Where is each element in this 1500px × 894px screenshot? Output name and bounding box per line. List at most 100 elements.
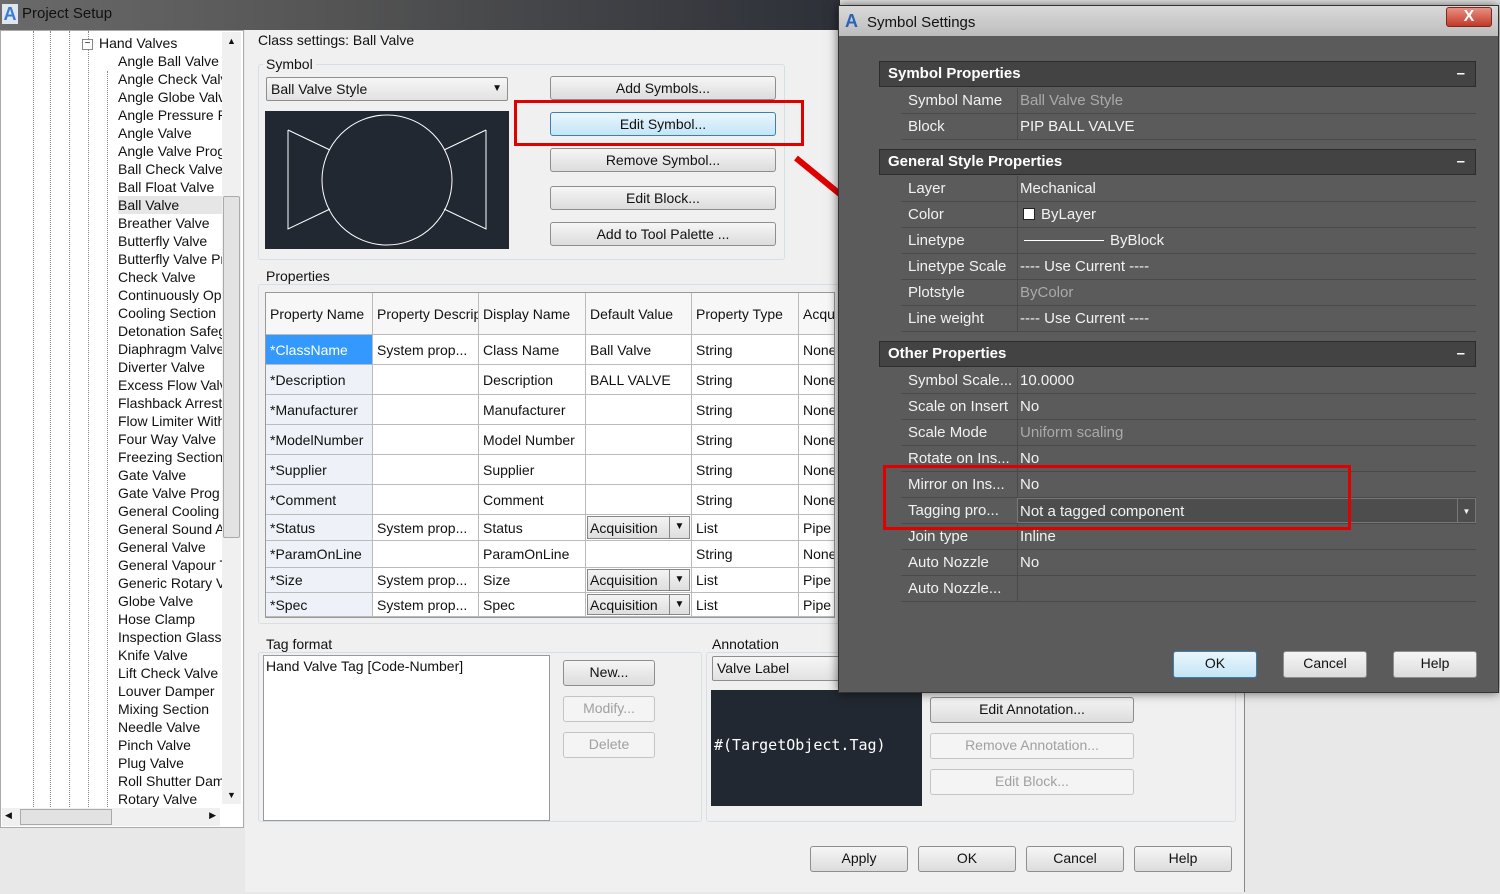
modify-tag-button[interactable]: Modify... <box>563 696 655 722</box>
table-cell[interactable]: *ModelNumber <box>266 425 373 455</box>
tree-item[interactable]: Knife Valve <box>118 646 222 664</box>
property-row[interactable]: Auto Nozzle No <box>901 550 1476 576</box>
property-row[interactable]: Layer Mechanical <box>901 176 1476 202</box>
list-item[interactable]: Hand Valve Tag [Code-Number] <box>264 656 549 676</box>
default-value-select[interactable]: Acquisition ▼ <box>587 569 690 591</box>
property-row[interactable]: Line weight ---- Use Current ---- <box>901 306 1476 332</box>
property-value[interactable]: No <box>1017 550 1476 575</box>
property-value[interactable]: 10.0000 <box>1017 368 1476 393</box>
property-row[interactable]: Plotstyle ByColor <box>901 280 1476 306</box>
tree-item[interactable]: Angle Globe Valve <box>118 88 222 106</box>
dialog-help-button[interactable]: Help <box>1393 651 1477 678</box>
tree-item[interactable]: General Valve <box>118 538 222 556</box>
tree-item[interactable]: Gate Valve <box>118 466 222 484</box>
default-value-select[interactable]: Acquisition ▼ <box>587 516 690 539</box>
properties-table[interactable]: Property NameProperty DescriptionDisplay… <box>265 292 835 618</box>
tree-item[interactable]: Cooling Section <box>118 304 222 322</box>
tree-item[interactable]: Breather Valve <box>118 214 222 232</box>
tree-item[interactable]: Four Way Valve <box>118 430 222 448</box>
tree-item[interactable]: Check Valve <box>118 268 222 286</box>
tree-item[interactable]: General Sound Absorber <box>118 520 222 538</box>
tree-vertical-scrollbar[interactable]: ▲ ▼ <box>222 32 241 804</box>
property-value[interactable]: ByLayer <box>1017 202 1476 227</box>
collapse-icon[interactable]: − <box>82 39 93 50</box>
property-value[interactable]: Uniform scaling <box>1017 420 1476 445</box>
new-tag-button[interactable]: New... <box>563 660 655 686</box>
tag-format-list[interactable]: Hand Valve Tag [Code-Number] <box>263 655 550 821</box>
collapse-icon[interactable]: – <box>1457 62 1465 86</box>
tree-parent[interactable]: Hand Valves <box>99 35 177 51</box>
table-cell[interactable]: *Spec <box>266 593 373 617</box>
property-value[interactable]: No <box>1017 394 1476 419</box>
chevron-down-icon[interactable]: ▼ <box>669 595 689 614</box>
property-value[interactable]: Mechanical <box>1017 176 1476 201</box>
tree-item[interactable]: Ball Float Valve <box>118 178 222 196</box>
collapse-icon[interactable]: – <box>1457 342 1465 366</box>
tree-item[interactable]: Generic Rotary Valve <box>118 574 222 592</box>
tree-item[interactable]: Needle Valve <box>118 718 222 736</box>
property-value[interactable]: ByBlock <box>1017 228 1476 253</box>
property-row[interactable]: Linetype ByBlock <box>901 228 1476 254</box>
edit-symbol-button[interactable]: Edit Symbol... <box>550 112 776 136</box>
table-cell[interactable]: Acquisition ▼ <box>586 593 692 617</box>
table-cell[interactable]: *Supplier <box>266 455 373 485</box>
tree-item[interactable]: Freezing Section <box>118 448 222 466</box>
table-cell[interactable]: Acquisition ▼ <box>586 515 692 541</box>
tree-item[interactable]: Roll Shutter Damper <box>118 772 222 790</box>
tree-item[interactable]: Detonation Safeguard <box>118 322 222 340</box>
property-value[interactable]: PIP BALL VALVE <box>1017 114 1476 139</box>
apply-button[interactable]: Apply <box>810 846 908 872</box>
scroll-thumb[interactable] <box>20 809 112 825</box>
chevron-down-icon[interactable]: ▼ <box>669 570 689 590</box>
column-header[interactable]: Display Name <box>479 293 586 335</box>
property-value[interactable]: ---- Use Current ---- <box>1017 254 1476 279</box>
tree-item[interactable]: Angle Ball Valve <box>118 52 222 70</box>
edit-annotation-block-button[interactable]: Edit Block... <box>930 769 1134 795</box>
tree-item[interactable]: Diaphragm Valve <box>118 340 222 358</box>
section-header[interactable]: Other Properties – <box>879 341 1476 367</box>
tree-item[interactable]: Butterfly Valve Prog <box>118 250 222 268</box>
table-cell[interactable]: *ClassName <box>266 335 373 365</box>
remove-annotation-button[interactable]: Remove Annotation... <box>930 733 1134 759</box>
property-row[interactable]: Scale Mode Uniform scaling <box>901 420 1476 446</box>
symbol-style-select[interactable]: Ball Valve Style ▼ <box>266 77 508 101</box>
delete-tag-button[interactable]: Delete <box>563 732 655 758</box>
property-row[interactable]: Scale on Insert No <box>901 394 1476 420</box>
edit-annotation-button[interactable]: Edit Annotation... <box>930 697 1134 723</box>
class-tree[interactable]: − Hand Valves Angle Ball Valve Angle Chec… <box>0 30 244 828</box>
tree-item[interactable]: Globe Valve <box>118 592 222 610</box>
dialog-cancel-button[interactable]: Cancel <box>1283 651 1367 678</box>
column-header[interactable]: Property Type <box>692 293 799 335</box>
table-cell[interactable]: *Description <box>266 365 373 395</box>
dialog-ok-button[interactable]: OK <box>1173 651 1257 678</box>
tree-item[interactable]: Ball Check Valve <box>118 160 222 178</box>
remove-symbol-button[interactable]: Remove Symbol... <box>550 148 776 172</box>
chevron-down-icon[interactable]: ▼ <box>1457 499 1475 522</box>
tree-item[interactable]: Angle Pressure Relief <box>118 106 222 124</box>
tree-item[interactable]: General Cooling <box>118 502 222 520</box>
section-header[interactable]: General Style Properties – <box>879 149 1476 175</box>
close-icon[interactable]: X <box>1446 7 1492 27</box>
default-value-select[interactable]: Acquisition ▼ <box>587 594 690 615</box>
help-button[interactable]: Help <box>1134 846 1232 872</box>
column-header[interactable]: Property Description <box>373 293 479 335</box>
property-value[interactable]: ---- Use Current ---- <box>1017 306 1476 331</box>
tree-item[interactable]: Flow Limiter With <box>118 412 222 430</box>
tree-item[interactable]: Rotary Valve <box>118 790 222 808</box>
tree-item[interactable]: Gate Valve Prog <box>118 484 222 502</box>
tree-item[interactable]: Inspection Glass <box>118 628 222 646</box>
tree-item[interactable]: Butterfly Valve <box>118 232 222 250</box>
table-cell[interactable]: *Comment <box>266 485 373 515</box>
table-cell[interactable]: *Size <box>266 568 373 593</box>
table-cell[interactable]: *Manufacturer <box>266 395 373 425</box>
chevron-down-icon[interactable]: ▼ <box>669 517 689 538</box>
property-row[interactable]: Block PIP BALL VALVE <box>901 114 1476 140</box>
property-row[interactable]: Symbol Name Ball Valve Style <box>901 88 1476 114</box>
tree-item[interactable]: Continuously Operated <box>118 286 222 304</box>
column-header[interactable]: Acquisition <box>799 293 834 335</box>
tree-item[interactable]: Mixing Section <box>118 700 222 718</box>
tree-horizontal-scrollbar[interactable]: ◀ ▶ <box>2 808 220 826</box>
tree-item[interactable]: Lift Check Valve <box>118 664 222 682</box>
tree-item[interactable]: Hose Clamp <box>118 610 222 628</box>
property-row[interactable]: Linetype Scale ---- Use Current ---- <box>901 254 1476 280</box>
